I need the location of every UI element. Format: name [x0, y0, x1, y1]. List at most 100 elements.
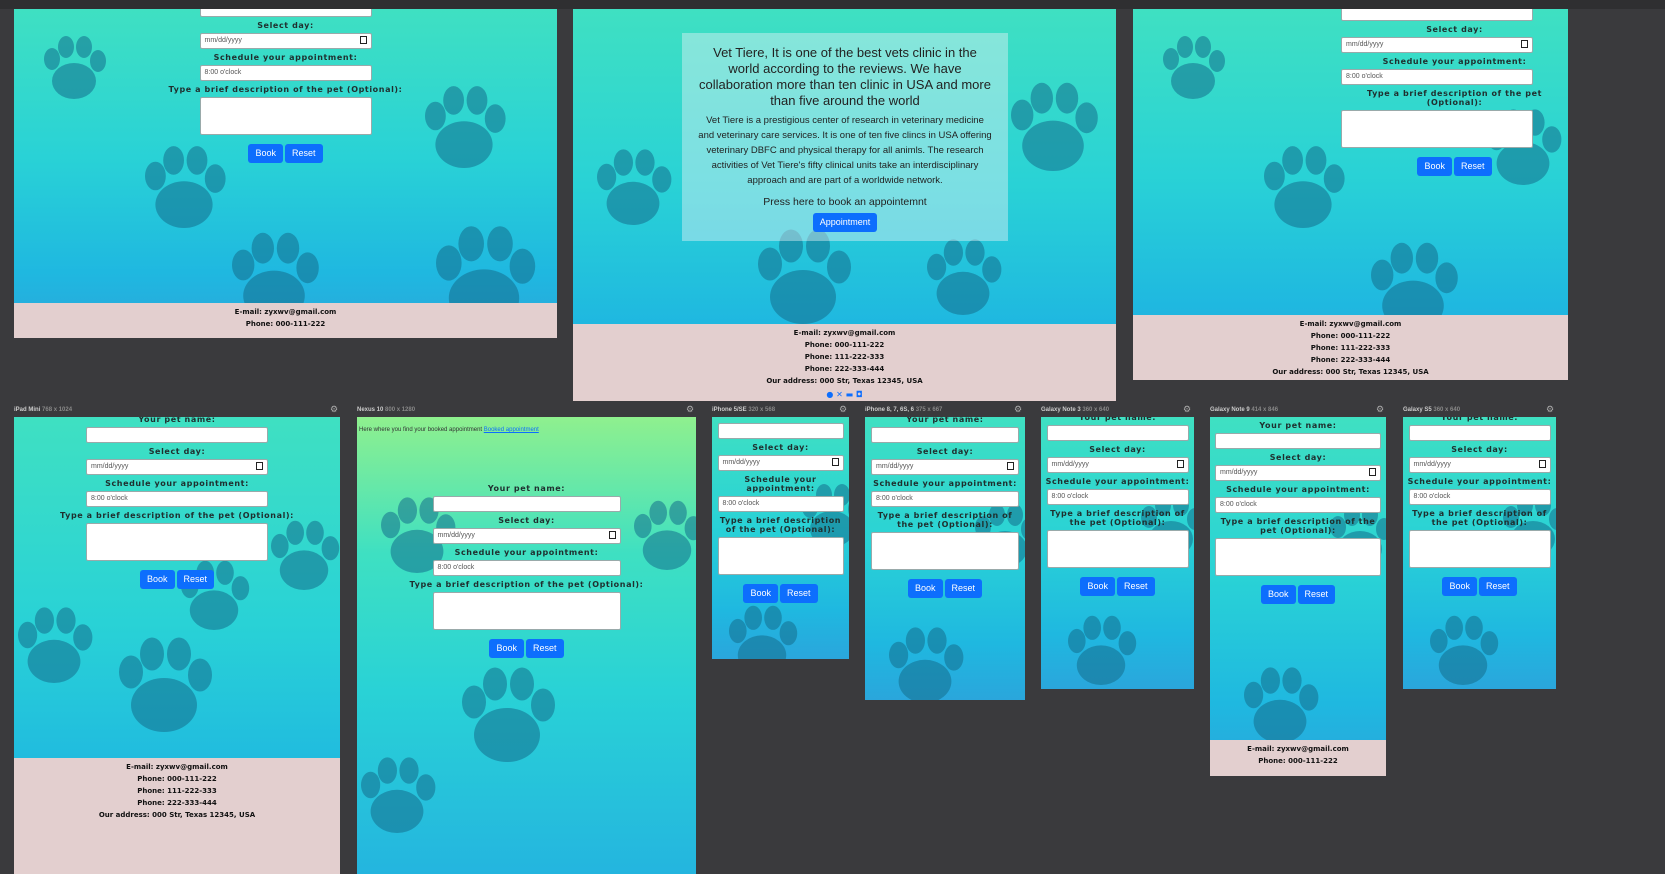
gear-icon[interactable]: ⚙ [839, 404, 847, 415]
calendar-icon[interactable] [608, 531, 616, 539]
pet-name-input[interactable] [86, 427, 268, 443]
description-textarea[interactable] [1215, 538, 1381, 576]
day-label: Select day: [1451, 445, 1508, 454]
description-textarea[interactable] [871, 532, 1019, 570]
gear-icon[interactable]: ⚙ [686, 404, 694, 415]
pet-name-input[interactable] [1341, 9, 1533, 21]
reset-button[interactable]: Reset [526, 639, 564, 658]
time-select[interactable]: 8:00 o'clock [199, 65, 372, 81]
footer-phone-3: Phone: 222-333-444 [1310, 356, 1391, 364]
schedule-label: Schedule your appointment: [744, 475, 817, 493]
pet-name-input[interactable] [199, 9, 372, 17]
device-label-iphone5: iPhone 5/SE 320 x 568 [712, 407, 776, 413]
book-button[interactable]: Book [1442, 577, 1477, 596]
schedule-label: Schedule your appointment: [1045, 477, 1190, 486]
calendar-icon[interactable] [359, 36, 367, 44]
book-button[interactable]: Book [248, 144, 283, 163]
schedule-label: Schedule your appointment: [1407, 477, 1552, 486]
description-textarea[interactable] [1046, 530, 1189, 568]
reset-button[interactable]: Reset [1117, 577, 1155, 596]
time-select[interactable]: 8:00 o'clock [1408, 489, 1551, 505]
date-input[interactable]: mm/dd/yyyy [871, 459, 1019, 475]
footer-phone-1: Phone: 000-111-222 [804, 341, 885, 349]
frame-iphone8: Your pet name: Select day: mm/dd/yyyy Sc… [865, 417, 1025, 700]
description-label: Type a brief description of the pet (Opt… [719, 516, 842, 534]
reset-button[interactable]: Reset [176, 570, 215, 589]
date-input[interactable]: mm/dd/yyyy [1215, 465, 1381, 481]
date-input[interactable]: mm/dd/yyyy [86, 459, 268, 475]
description-textarea[interactable] [199, 97, 372, 135]
day-label: Select day: [257, 21, 314, 30]
footer: E-mail: zyxwv@gmail.com Phone: 000-111-2… [14, 303, 557, 338]
schedule-label: Schedule your appointment: [873, 479, 1017, 488]
time-select[interactable]: 8:00 o'clock [717, 496, 844, 512]
pet-name-input[interactable] [717, 423, 844, 439]
device-label-iphone8: iPhone 8, 7, 6S, 6 375 x 667 [865, 407, 943, 413]
time-select[interactable]: 8:00 o'clock [1046, 489, 1189, 505]
footer: E-mail: zyxwv@gmail.com Phone: 000-111-2… [573, 324, 1116, 401]
time-select[interactable]: 8:00 o'clock [86, 491, 268, 507]
date-input[interactable]: mm/dd/yyyy [717, 455, 844, 471]
frame-nexus10: Here where you find your booked appointm… [357, 417, 696, 874]
date-input[interactable]: mm/dd/yyyy [1408, 457, 1551, 473]
pet-name-input[interactable] [1215, 433, 1381, 449]
book-button[interactable]: Book [1260, 585, 1296, 604]
time-select[interactable]: 8:00 o'clock [871, 491, 1019, 507]
calendar-icon[interactable] [831, 458, 839, 466]
gear-icon[interactable]: ⚙ [1546, 404, 1554, 415]
device-label-nexus10: Nexus 10 800 x 1280 [357, 407, 416, 413]
reset-button[interactable]: Reset [944, 579, 983, 598]
book-button[interactable]: Book [139, 570, 175, 589]
appointment-button[interactable]: Appointment [812, 213, 878, 232]
calendar-icon[interactable] [1538, 460, 1546, 468]
book-button[interactable]: Book [489, 639, 524, 658]
date-input[interactable]: mm/dd/yyyy [432, 528, 621, 544]
description-textarea[interactable] [86, 523, 268, 561]
calendar-icon[interactable] [1369, 468, 1376, 476]
gear-icon[interactable]: ⚙ [1183, 404, 1191, 415]
gear-icon[interactable]: ⚙ [1376, 404, 1384, 415]
reset-button[interactable]: Reset [1479, 577, 1517, 596]
booked-line: Here where you find your booked appointm… [359, 427, 539, 433]
book-button[interactable]: Book [907, 579, 943, 598]
calendar-icon[interactable] [1007, 462, 1014, 470]
reset-button[interactable]: Reset [285, 144, 323, 163]
social-icons[interactable]: ● ✕ ▬ ◘ [573, 390, 1116, 399]
description-label: Type a brief description of the pet (Opt… [1220, 517, 1376, 535]
reset-button[interactable]: Reset [780, 584, 818, 603]
footer-address: Our address: 000 Str, Texas 12345, USA [766, 377, 923, 385]
booked-link[interactable]: Booked appointment [484, 427, 539, 433]
book-button[interactable]: Book [1080, 577, 1115, 596]
time-select[interactable]: 8:00 o'clock [432, 560, 621, 576]
description-textarea[interactable] [717, 537, 844, 575]
day-label: Select day: [916, 447, 974, 456]
reset-button[interactable]: Reset [1454, 157, 1492, 176]
calendar-icon[interactable] [256, 462, 263, 470]
time-select[interactable]: 8:00 o'clock [1341, 69, 1533, 85]
hero-heading: Vet Tiere, It is one of the best vets cl… [699, 45, 991, 108]
date-input[interactable]: mm/dd/yyyy [199, 33, 372, 49]
footer-email: E-mail: zyxwv@gmail.com [1247, 745, 1349, 753]
pet-name-input[interactable] [871, 427, 1019, 443]
description-textarea[interactable] [1341, 110, 1533, 148]
description-textarea[interactable] [1408, 530, 1551, 568]
time-select[interactable]: 8:00 o'clock [1215, 497, 1381, 513]
day-label: Select day: [1269, 453, 1327, 462]
reset-button[interactable]: Reset [1297, 585, 1336, 604]
date-input[interactable]: mm/dd/yyyy [1046, 457, 1189, 473]
footer-email: E-mail: zyxwv@gmail.com [1299, 320, 1402, 328]
book-button[interactable]: Book [743, 584, 778, 603]
date-input[interactable]: mm/dd/yyyy [1341, 37, 1533, 53]
calendar-icon[interactable] [1521, 40, 1528, 48]
schedule-label: Schedule your appointment: [1382, 57, 1527, 66]
gear-icon[interactable]: ⚙ [330, 404, 338, 415]
gear-icon[interactable]: ⚙ [1014, 404, 1022, 415]
pet-name-input[interactable] [1408, 425, 1551, 441]
pet-name-input[interactable] [432, 496, 621, 512]
schedule-label: Schedule your appointment: [105, 479, 249, 488]
pet-name-input[interactable] [1046, 425, 1189, 441]
book-button[interactable]: Book [1417, 157, 1452, 176]
calendar-icon[interactable] [1176, 460, 1184, 468]
footer-email: E-mail: zyxwv@gmail.com [126, 763, 228, 771]
description-textarea[interactable] [432, 592, 621, 630]
